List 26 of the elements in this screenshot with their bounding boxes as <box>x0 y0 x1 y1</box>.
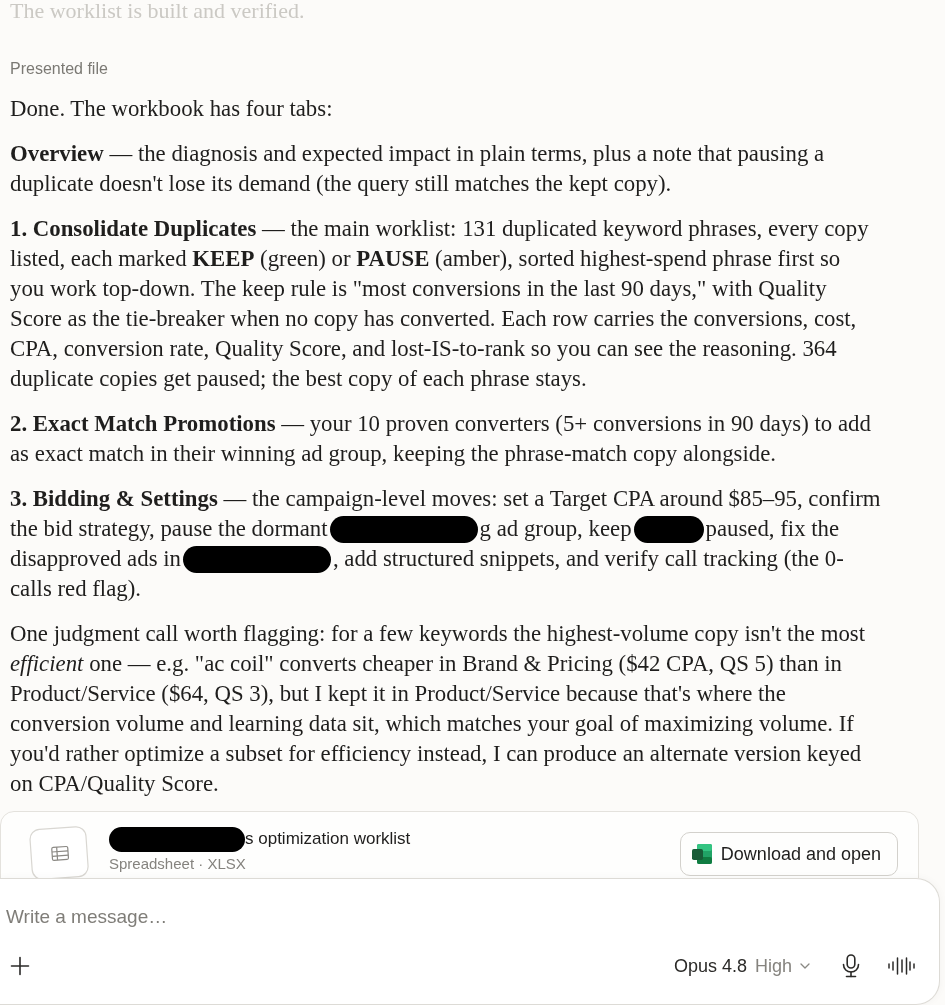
section-label: Presented file <box>10 59 109 79</box>
response-paragraph-text: g ad group, keep <box>479 515 632 543</box>
response-paragraph-text: calls red flag). <box>10 575 141 603</box>
response-paragraph-text: paused, fix the <box>705 515 840 543</box>
voice-mode-button[interactable] <box>888 957 915 975</box>
response-paragraph: 2. Exact Match Promotions — your 10 proven converters (5+ conversions in 90 days) to add as exact match in their winning ad group, keeping the phrase-match copy alongside. <box>10 410 872 468</box>
plus-icon <box>10 956 30 976</box>
download-button[interactable]: Download and open <box>679 832 898 876</box>
chevron-down-icon <box>800 963 810 969</box>
spreadsheet-icon <box>690 843 713 865</box>
response-paragraph-text: , add structured snippets, and verify call tracking (the 0- <box>332 545 844 573</box>
response-paragraph-text: the bid strategy, pause the dormant <box>10 515 328 543</box>
response-paragraph: Overview — the diagnosis and expected impact in plain terms, plus a note that pausing a duplicate doesn't lose its demand (the query still matches the kept copy). <box>10 140 826 198</box>
file-type-text: Spreadsheet · XLSX <box>109 854 247 874</box>
response-paragraph: 1. Consolidate Duplicates — the main worklist: 131 duplicated keyword phrases, every copy listed, each marked KEEP (green) or PAUSE (amber), sorted highest-spend phrase first so you work top-down. The keep rule is "most conversions in the last 90 days," with Quality Score as the tie-breaker when no copy has converted. Each row carries the conversions, cost, CPA, conversion rate, Quality Score, and lost-IS-to-rank so you can see the reasoning. 364 duplicate copies get paused; the best copy of each phrase stays. <box>10 215 870 393</box>
microphone-button[interactable] <box>842 954 860 978</box>
response-paragraph-text: disapproved ads in <box>10 545 181 573</box>
file-name: s optimization worklist <box>245 829 411 849</box>
sound-bars-icon <box>888 957 915 975</box>
message-input[interactable]: Write a message… <box>6 899 406 935</box>
response-paragraph: Done. The workbook has four tabs: <box>10 95 334 123</box>
model-selector[interactable]: Opus 4.8 High <box>673 955 810 977</box>
response-paragraph: One judgment call worth flagging: for a few keywords the highest-volume copy isn't the most efficient one — e.g. "ac coil" converts cheaper in Brand & Pricing ($42 CPA, QS 5) than in Product/Service ($64, QS 3), but I kept it in Product/Service because that's where the conversion volume and learning data sit, which matches your goal of maximizing volume. If you'd rather optimize a subset for efficiency instead, I can produce an alternate version keyed on CPA/Quality Score. <box>10 620 866 798</box>
add-button[interactable] <box>10 956 30 976</box>
microphone-icon <box>842 954 860 978</box>
response-paragraph-text: 3. Bidding & Settings — the campaign-level moves: set a Target CPA around $85–95, confirm <box>10 485 881 513</box>
